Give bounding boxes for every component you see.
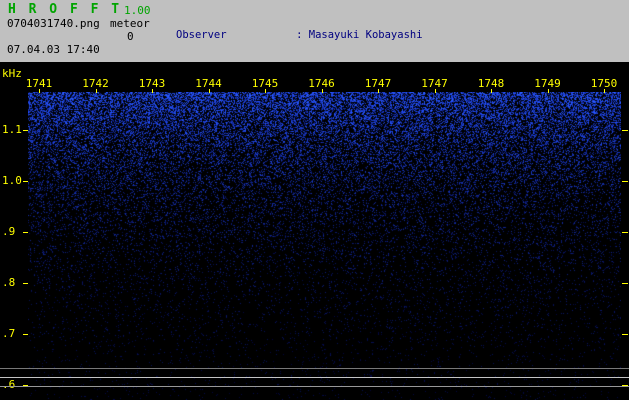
meteor-counter-value: 0 [127,30,134,43]
y-axis-tick-mark-right [622,283,628,284]
x-axis-tick-mark [265,89,266,93]
y-axis-tick-mark-left [23,130,28,131]
x-axis-tick-mark [378,89,379,93]
output-filename-label: 0704031740.png [7,17,100,30]
x-axis-tick-mark [209,89,210,93]
x-axis-tick-mark [491,89,492,93]
x-axis-tick-mark [322,89,323,93]
y-axis-tick-mark-left [23,232,28,233]
y-axis-tick-mark-right [622,130,628,131]
app-version-label: 1.00 [124,4,151,17]
y-axis-tick-label: 1.0 [2,174,22,187]
y-axis-tick-label: .6 [2,378,16,391]
x-axis-tick-mark [604,89,605,93]
x-axis-tick-mark [96,89,97,93]
spectrogram-area: kHz 1741 1742 1743 1744 1745 1746 1747 1747 1748… [0,62,629,400]
x-axis-tick-mark [152,89,153,93]
y-axis-unit-label: kHz [2,67,22,80]
y-axis-tick-mark-right [622,232,628,233]
meteor-counter-label: meteor [110,17,150,30]
y-axis-tick-mark-left [23,283,28,284]
baseline-line-middle [0,377,629,378]
y-axis-tick-label: .8 [2,276,16,289]
baseline-line-upper [0,368,629,369]
x-axis-tick-mark [435,89,436,93]
x-axis-tick-mark [39,89,40,93]
y-axis-tick-label: 1.1 [2,123,22,136]
y-axis-tick-mark-right [622,181,628,182]
observation-timestamp: 07.04.03 17:40 [7,43,100,56]
y-axis-tick-label: .7 [2,327,16,340]
spectrogram-canvas [28,92,621,400]
observer-info-line: Observer : Masayuki Kobayashi [176,28,423,41]
baseline-line-lower [0,386,629,387]
app-title: H R O F F T [8,2,122,17]
x-axis-tick-mark [548,89,549,93]
header-bar: H R O F F T 1.00 0704031740.png meteor 0… [0,0,629,161]
y-axis-tick-mark-left [23,181,28,182]
y-axis-tick-label: .9 [2,225,16,238]
y-axis-tick-mark-left [23,334,28,335]
y-axis-tick-mark-right [622,334,628,335]
